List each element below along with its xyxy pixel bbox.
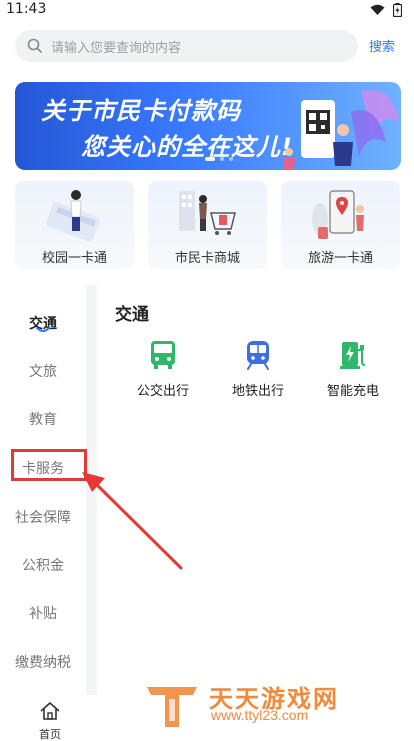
banner-subheadline: 您关心的全在这儿! xyxy=(81,133,293,161)
nav-home-label: 首页 xyxy=(39,728,61,741)
quick-link-travel-card[interactable]: 旅游一卡通 xyxy=(281,181,400,269)
bus-icon xyxy=(151,341,175,369)
search-icon xyxy=(27,38,42,53)
status-time: 11:43 xyxy=(6,1,47,17)
banner-illustration xyxy=(283,90,399,170)
quick-link-label: 旅游一卡通 xyxy=(307,251,373,266)
service-label: 公交出行 xyxy=(136,384,189,399)
sidebar-item-subsidy[interactable]: 补贴 xyxy=(0,603,86,623)
watermark-url: www.ttyl23.com xyxy=(211,707,309,723)
bus-service[interactable]: 公交出行 xyxy=(123,340,203,399)
annotation-highlight-box xyxy=(11,449,87,481)
category-sidebar: 交通 文旅 教育 卡服务 社会保障 公积金 补贴 缴费纳税 xyxy=(0,285,86,695)
quick-link-mall[interactable]: 市民卡商城 xyxy=(148,181,267,269)
sidebar-item-culture-tourism[interactable]: 文旅 xyxy=(0,361,86,381)
mall-icon xyxy=(179,191,236,235)
campus-card-icon xyxy=(46,190,100,242)
banner-headline: 关于市民卡付款码 xyxy=(41,97,241,125)
wifi-icon xyxy=(370,4,385,15)
status-icons xyxy=(370,3,402,17)
watermark: 天天游戏网 www.ttyl23.com xyxy=(143,675,383,735)
sidebar-item-tax-payment[interactable]: 缴费纳税 xyxy=(0,652,86,672)
section-title: 交通 xyxy=(115,305,149,325)
search-placeholder: 请输入您要查询的内容 xyxy=(51,41,182,56)
subway-service[interactable]: 地铁出行 xyxy=(218,340,298,399)
travel-card-icon xyxy=(312,190,364,239)
sidebar-item-social-security[interactable]: 社会保障 xyxy=(0,507,86,527)
top-area: 请输入您要查询的内容 搜索 关于市民卡付款码 您关心的全在这儿! 校园一卡通 市… xyxy=(0,20,414,285)
quick-link-campus-card[interactable]: 校园一卡通 xyxy=(15,181,134,269)
watermark-logo xyxy=(147,687,197,727)
quick-link-label: 校园一卡通 xyxy=(41,251,107,266)
battery-icon xyxy=(393,3,402,17)
charging-icon xyxy=(340,342,366,369)
nav-home[interactable]: 首页 xyxy=(30,701,70,741)
charging-service[interactable]: 智能充电 xyxy=(313,340,393,399)
carousel-indicator xyxy=(205,157,233,161)
service-label: 智能充电 xyxy=(326,384,379,399)
service-panel: 交通 公交出行 地铁出行 智能充电 xyxy=(97,285,414,695)
subway-icon xyxy=(247,341,269,370)
promo-banner[interactable]: 关于市民卡付款码 您关心的全在这儿! xyxy=(15,82,401,170)
service-label: 地铁出行 xyxy=(231,384,284,399)
home-icon xyxy=(40,702,60,720)
active-tab-indicator xyxy=(36,327,50,332)
search-input[interactable]: 请输入您要查询的内容 xyxy=(15,30,358,62)
status-bar: 11:43 xyxy=(0,0,414,20)
quick-link-label: 市民卡商城 xyxy=(174,251,240,266)
sidebar-item-education[interactable]: 教育 xyxy=(0,409,86,429)
search-button[interactable]: 搜索 xyxy=(369,36,395,55)
sidebar-item-housing-fund[interactable]: 公积金 xyxy=(0,555,86,575)
